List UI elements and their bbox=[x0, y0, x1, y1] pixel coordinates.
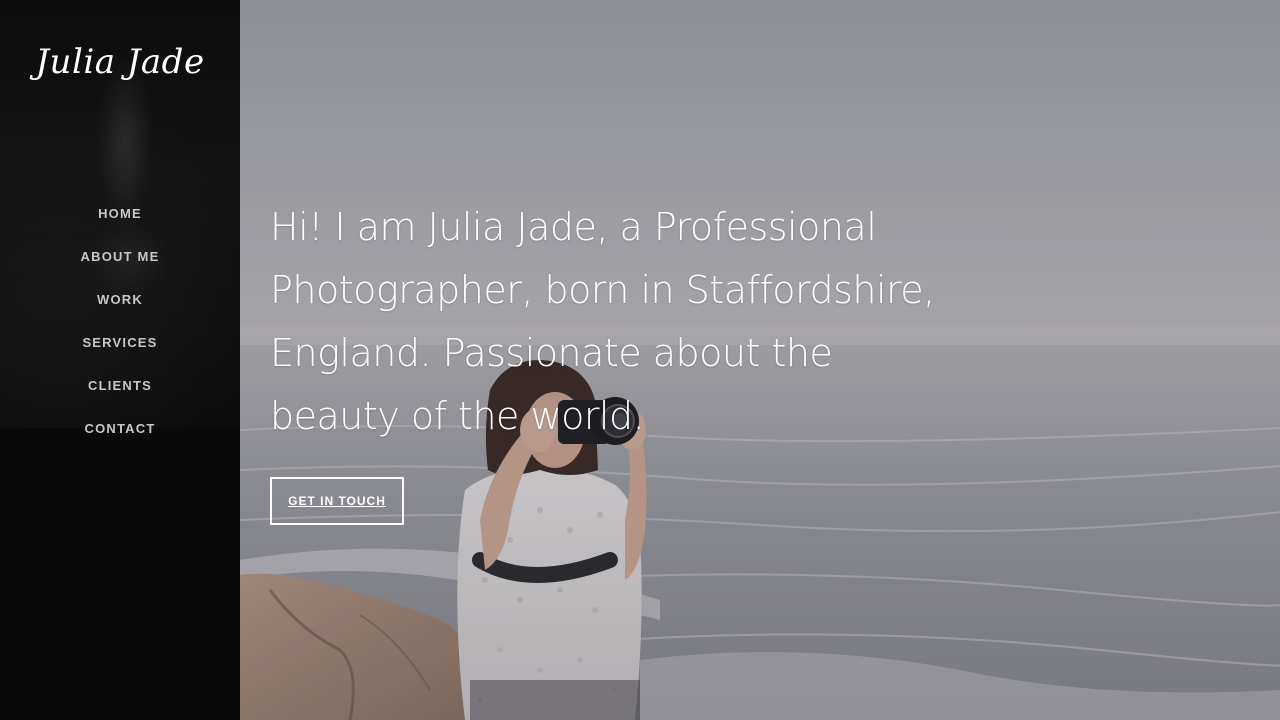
nav-link-home[interactable]: HOME bbox=[98, 196, 142, 221]
get-in-touch-button[interactable]: GET IN TOUCH bbox=[270, 477, 404, 525]
nav-item-clients: CLIENTS bbox=[0, 368, 240, 411]
main-nav: HOME ABOUT ME WORK SERVICES CLIENTS CONT… bbox=[0, 196, 240, 454]
nav-link-services[interactable]: SERVICES bbox=[82, 325, 157, 350]
nav-link-about-me[interactable]: ABOUT ME bbox=[81, 239, 160, 264]
nav-item-services: SERVICES bbox=[0, 325, 240, 368]
nav-link-work[interactable]: WORK bbox=[97, 282, 143, 307]
hero-section: Hi! I am Julia Jade, a Professional Phot… bbox=[240, 0, 1280, 720]
nav-item-work: WORK bbox=[0, 282, 240, 325]
nav-item-home: HOME bbox=[0, 196, 240, 239]
nav-link-clients[interactable]: CLIENTS bbox=[88, 368, 152, 393]
nav-link-contact[interactable]: CONTACT bbox=[85, 411, 156, 436]
nav-item-about-me: ABOUT ME bbox=[0, 239, 240, 282]
page: Julia Jade HOME ABOUT ME WORK SERVICES C… bbox=[0, 0, 1280, 720]
site-logo[interactable]: Julia Jade bbox=[0, 42, 240, 82]
nav-item-contact: CONTACT bbox=[0, 411, 240, 454]
sidebar: Julia Jade HOME ABOUT ME WORK SERVICES C… bbox=[0, 0, 240, 720]
hero-headline: Hi! I am Julia Jade, a Professional Phot… bbox=[270, 205, 935, 438]
